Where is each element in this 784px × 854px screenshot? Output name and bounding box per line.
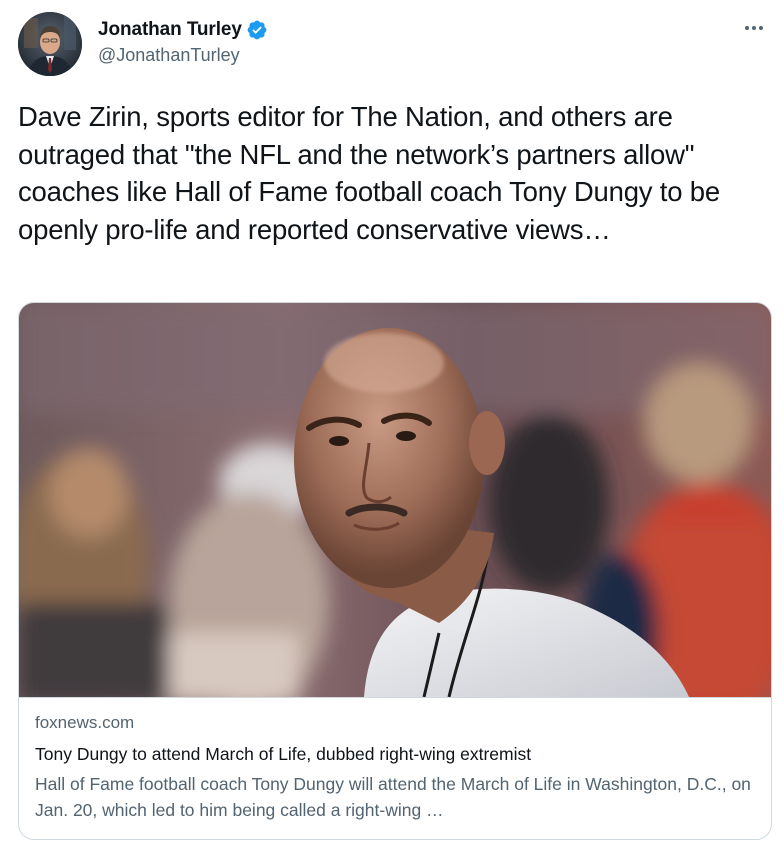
- avatar-image: [18, 12, 82, 76]
- author-name-row: Jonathan Turley: [98, 18, 268, 42]
- article-photo: [19, 303, 771, 697]
- author-handle[interactable]: @JonathanTurley: [98, 45, 268, 66]
- card-title: Tony Dungy to attend March of Life, dubb…: [35, 744, 532, 764]
- verified-badge-icon: [246, 19, 268, 41]
- card-domain: foxnews.com: [35, 713, 135, 732]
- tweet-text: Dave Zirin, sports editor for The Nation…: [18, 101, 720, 245]
- card-description: Hall of Fame football coach Tony Dungy w…: [35, 774, 751, 820]
- more-options-icon[interactable]: [740, 18, 768, 38]
- link-preview-card[interactable]: foxnews.com Tony Dungy to attend March o…: [18, 302, 772, 840]
- author-info: Jonathan Turley @JonathanTurley: [98, 18, 268, 66]
- card-body: foxnews.com Tony Dungy to attend March o…: [35, 711, 755, 823]
- tweet: Jonathan Turley @JonathanTurley Dave Zir…: [0, 0, 784, 854]
- author-display-name[interactable]: Jonathan Turley: [98, 19, 242, 41]
- author-avatar[interactable]: [18, 12, 82, 76]
- card-image[interactable]: [19, 303, 771, 698]
